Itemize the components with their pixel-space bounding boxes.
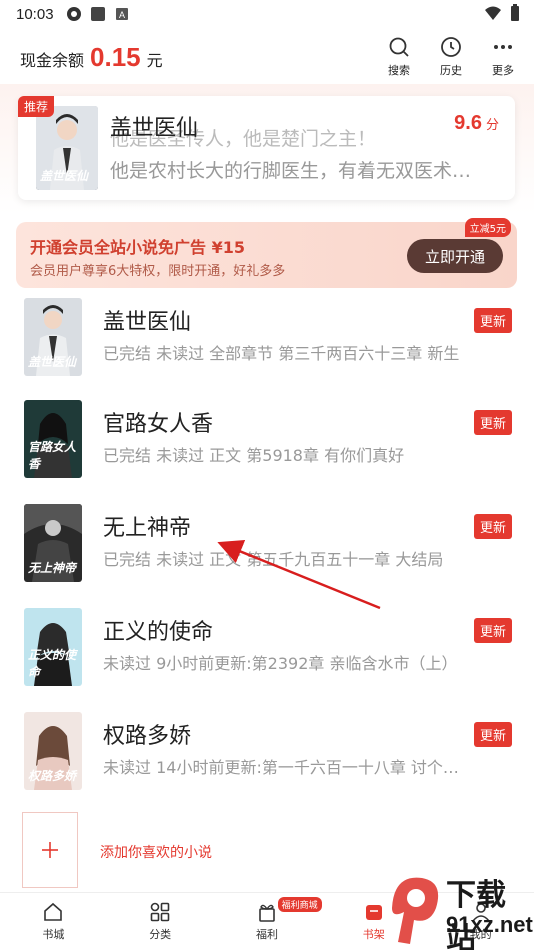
recommend-line-2: 他是农村长大的行脚医生，有着无双医术… [110, 160, 472, 182]
vip-open-button[interactable]: 立即开通 [407, 239, 503, 273]
cover-text: 无上神帝 [28, 561, 77, 575]
status-time: 10:03 [16, 5, 54, 23]
square-notification-icon [90, 7, 105, 21]
more-label: 更多 [492, 64, 514, 77]
book-cover: 正义的使命 [24, 608, 82, 686]
recommend-card[interactable]: 盖世医仙 推荐 他是医圣传人，他是楚门之主！ 盖世医仙 他是农村长大的行脚医生，… [18, 96, 515, 200]
plus-icon [42, 842, 58, 858]
update-badge: 更新 [473, 618, 512, 643]
watermark-text-1: 下载站 [446, 878, 506, 950]
nav-bookstore[interactable]: 书城 [0, 893, 107, 950]
book-meta: 已完结 未读过 正文 第5918章 有你们真好 [103, 446, 405, 465]
book-cover: 无上神帝 [24, 504, 82, 582]
score-unit: 分 [485, 118, 499, 133]
vip-banner[interactable]: 开通会员全站小说免广告 ¥15 会员用户尊享6大特权，限时开通，好礼多多 立即开… [16, 218, 517, 288]
cover-text: 权路多娇 [28, 769, 77, 783]
shelf-item[interactable]: 无上神帝 无上神帝 已完结 未读过 正文 第五千九百五十一章 大结局 更新 [0, 504, 534, 608]
book-meta: 已完结 未读过 全部章节 第三千两百六十三章 新生 [103, 344, 460, 363]
score-value: 9.6 [454, 112, 482, 134]
nav-category[interactable]: 分类 [107, 893, 214, 950]
vip-title: 开通会员全站小说免广告 ¥15 [30, 238, 245, 257]
welfare-mall-badge: 福利商城 [277, 897, 322, 912]
battery-icon [511, 4, 519, 21]
book-cover: 官路女人香 [24, 400, 82, 478]
search-button[interactable]: 搜索 [382, 36, 416, 78]
svg-text:A: A [119, 10, 125, 20]
cash-balance[interactable]: 现金余额 0.15 元 [20, 42, 163, 73]
watermark-logo: 下载站 91xz.net [384, 868, 534, 950]
book-meta: 未读过 14小时前更新:第一千六百一十八章 讨个… [103, 758, 459, 777]
recommend-title: 盖世医仙 [110, 116, 199, 141]
cover-text: 盖世医仙 [28, 355, 77, 369]
add-novel-button[interactable] [22, 812, 78, 888]
clock-icon [441, 37, 461, 57]
balance-unit: 元 [146, 51, 163, 70]
add-novel-label[interactable]: 添加你喜欢的小说 [100, 842, 212, 862]
book-meta: 未读过 9小时前更新:第2392章 亲临含水市（上） [103, 654, 458, 673]
watermark-text-2: 91xz.net [446, 912, 533, 937]
update-badge: 更新 [473, 722, 512, 747]
wifi-icon [485, 6, 501, 20]
header: 现金余额 0.15 元 搜索 历史 更多 [0, 34, 534, 84]
nav-label: 福利 [255, 928, 278, 941]
status-right [484, 4, 520, 22]
home-icon [44, 902, 63, 921]
update-badge: 更新 [473, 308, 512, 333]
bookshelf-icon [365, 905, 382, 920]
shelf-item[interactable]: 权路多娇 权路多娇 未读过 14小时前更新:第一千六百一十八章 讨个… 更新 [0, 712, 534, 816]
search-icon [389, 37, 409, 57]
nav-label: 书架 [362, 928, 385, 941]
recommend-cover: 盖世医仙 [36, 106, 98, 190]
history-button[interactable]: 历史 [434, 36, 468, 78]
nav-label: 书城 [42, 928, 65, 941]
gift-icon [259, 904, 275, 922]
app-notification-icon [66, 7, 81, 21]
a-notification-icon: A [115, 8, 128, 20]
update-badge: 更新 [473, 514, 512, 539]
book-title: 权路多娇 [103, 724, 192, 749]
book-cover: 盖世医仙 [24, 298, 82, 376]
history-label: 历史 [440, 64, 462, 77]
book-meta: 已完结 未读过 正文 第五千九百五十一章 大结局 [103, 550, 444, 569]
nav-label: 分类 [149, 928, 172, 941]
status-bar: 10:03 A [0, 0, 534, 28]
shelf-item[interactable]: 盖世医仙 盖世医仙 已完结 未读过 全部章节 第三千两百六十三章 新生 更新 [0, 298, 534, 402]
shelf-item[interactable]: 正义的使命 正义的使命 未读过 9小时前更新:第2392章 亲临含水市（上） 更… [0, 608, 534, 712]
more-button[interactable]: 更多 [486, 36, 520, 78]
search-label: 搜索 [388, 64, 410, 77]
recommend-cover-text: 盖世医仙 [40, 169, 89, 183]
book-cover: 权路多娇 [24, 712, 82, 790]
vip-discount-badge: 立减5元 [464, 218, 511, 237]
update-badge: 更新 [473, 410, 512, 435]
cover-text: 官路女人香 [28, 440, 77, 471]
top-actions: 搜索 历史 更多 [382, 36, 520, 78]
book-title: 正义的使命 [103, 620, 214, 645]
balance-value: 0.15 [90, 42, 141, 72]
shelf-item[interactable]: 官路女人香 官路女人香 已完结 未读过 正文 第5918章 有你们真好 更新 [0, 400, 534, 504]
recommend-tag: 推荐 [18, 96, 55, 117]
book-title: 盖世医仙 [103, 310, 192, 335]
recommend-score: 9.6 分 [454, 112, 499, 135]
balance-label: 现金余额 [20, 51, 85, 70]
book-title: 无上神帝 [103, 516, 192, 541]
nav-welfare[interactable]: 福利商城 福利 [214, 893, 322, 950]
cover-text: 正义的使命 [28, 648, 77, 679]
grid-icon [150, 902, 170, 922]
more-icon [494, 45, 512, 49]
vip-subtitle: 会员用户尊享6大特权，限时开通，好礼多多 [30, 264, 286, 279]
book-title: 官路女人香 [103, 412, 214, 437]
